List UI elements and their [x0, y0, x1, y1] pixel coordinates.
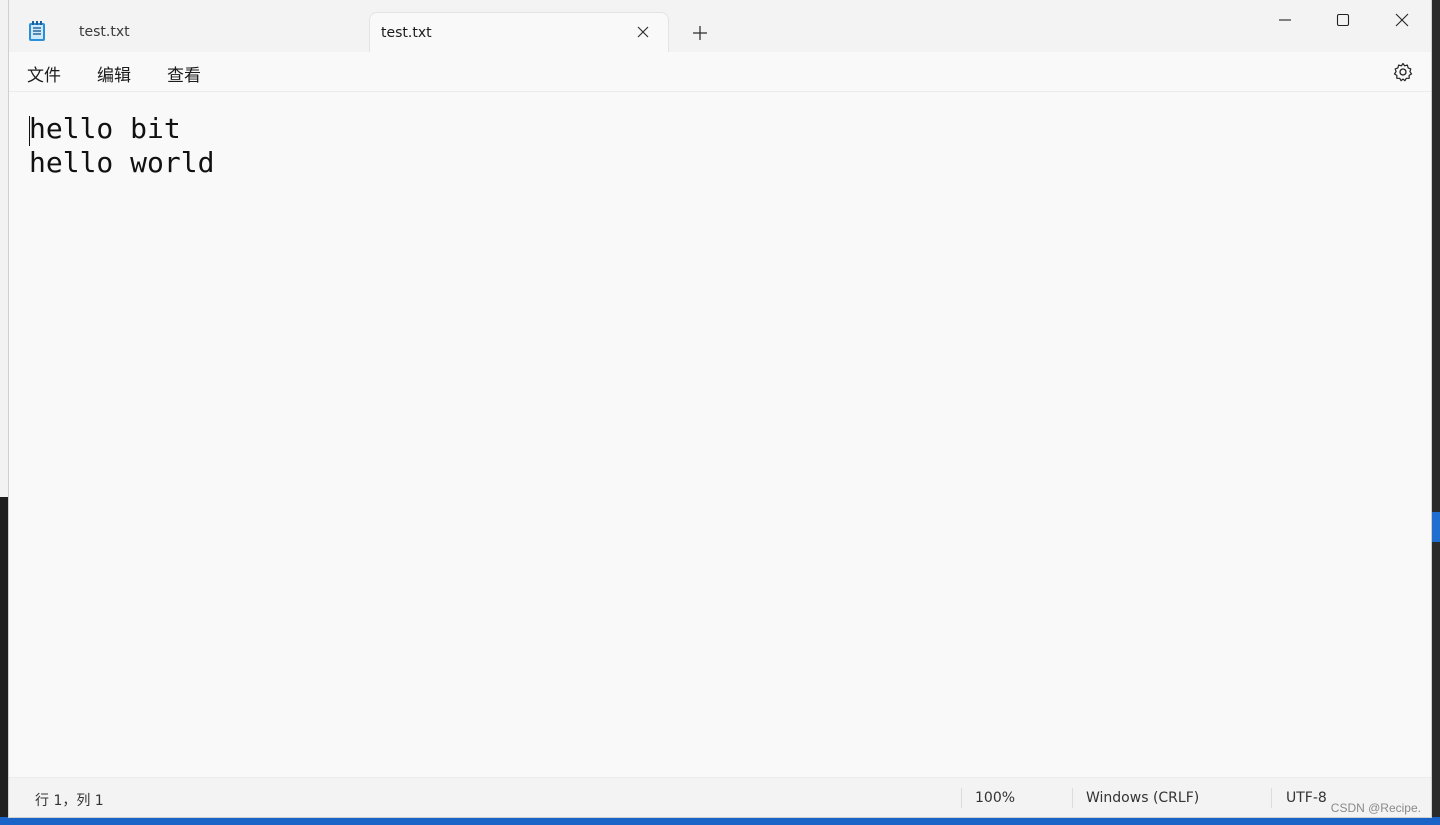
divider: [1271, 788, 1272, 808]
minimize-button[interactable]: [1256, 0, 1314, 40]
text-caret: [29, 116, 30, 146]
divider: [961, 788, 962, 808]
background-accent: [1432, 512, 1440, 542]
menu-view[interactable]: 查看: [167, 61, 201, 86]
line-ending[interactable]: Windows (CRLF): [1086, 790, 1199, 806]
close-icon[interactable]: [634, 23, 652, 41]
watermark: CSDN @Recipe.: [1330, 801, 1421, 815]
menu-bar: 文件 编辑 查看: [9, 52, 1431, 92]
tab-label: test.txt: [381, 24, 432, 41]
close-window-button[interactable]: [1373, 0, 1431, 40]
tab-label: test.txt: [79, 24, 130, 40]
status-bar: 行 1，列 1 100% Windows (CRLF) UTF-8 CSDN @…: [9, 777, 1431, 817]
background-strip-dark: [0, 497, 8, 825]
tab-test-txt-inactive[interactable]: test.txt: [61, 12, 368, 52]
notepad-icon: [29, 21, 45, 41]
tab-test-txt-active[interactable]: test.txt: [369, 12, 669, 52]
close-icon: [1395, 13, 1409, 27]
text-editor[interactable]: hello bit hello world: [9, 92, 1431, 777]
menu-edit[interactable]: 编辑: [97, 61, 131, 86]
minimize-icon: [1279, 19, 1291, 21]
encoding[interactable]: UTF-8: [1286, 790, 1327, 806]
taskbar-edge: [0, 817, 1440, 825]
maximize-icon: [1336, 13, 1350, 27]
zoom-level[interactable]: 100%: [975, 790, 1015, 806]
plus-icon[interactable]: [689, 22, 711, 44]
editor-line: hello bit: [29, 112, 181, 145]
gear-icon[interactable]: [1393, 62, 1413, 82]
maximize-button[interactable]: [1314, 0, 1372, 40]
editor-line: hello world: [29, 146, 215, 179]
cursor-position: 行 1，列 1: [35, 793, 104, 809]
notepad-window: test.txt test.txt 文件 编辑 查看 hello bit hel…: [8, 0, 1432, 818]
menu-file[interactable]: 文件: [27, 61, 61, 86]
divider: [1072, 788, 1073, 808]
title-bar: test.txt test.txt: [9, 0, 1431, 52]
